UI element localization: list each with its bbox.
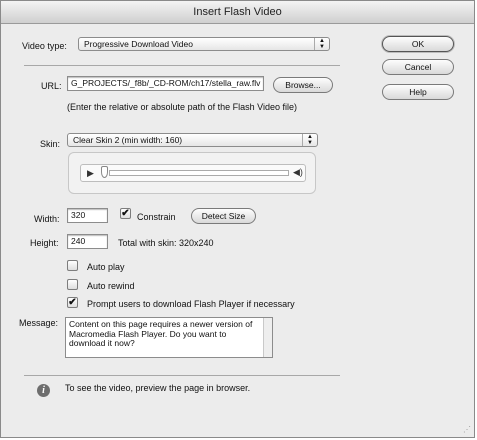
ok-button-label: OK (411, 39, 425, 49)
width-label: Width: (34, 214, 60, 224)
detect-size-button[interactable]: Detect Size (191, 208, 256, 224)
resize-grip-icon[interactable]: ⋰ (463, 426, 471, 434)
auto-rewind-checkbox[interactable] (67, 279, 78, 290)
constrain-checkbox[interactable]: ✔ (120, 208, 131, 219)
width-input[interactable]: 320 (67, 208, 108, 223)
skin-label: Skin: (40, 139, 61, 149)
play-icon: ▶ (87, 168, 94, 178)
height-input[interactable]: 240 (67, 234, 108, 249)
skin-select[interactable]: Clear Skin 2 (min width: 160) ▲ ▼ (67, 133, 318, 147)
prompt-download-checkbox[interactable]: ✔ (67, 297, 78, 308)
browse-button[interactable]: Browse... (273, 77, 333, 93)
url-hint: (Enter the relative or absolute path of … (67, 102, 297, 112)
cancel-button[interactable]: Cancel (382, 59, 454, 75)
cancel-button-label: Cancel (404, 62, 432, 72)
detect-size-button-label: Detect Size (201, 211, 246, 221)
window-title: Insert Flash Video (193, 6, 282, 18)
url-value: G_PROJECTS/_f8b/_CD-ROM/ch17/stella_raw.… (71, 78, 261, 88)
progress-track (109, 170, 289, 176)
width-value: 320 (71, 210, 86, 220)
video-type-value: Progressive Download Video (84, 39, 193, 49)
divider-top (24, 65, 340, 66)
scrubber-handle-icon (101, 166, 108, 178)
video-type-label: Video type: (22, 41, 67, 51)
message-textarea[interactable]: Content on this page requires a newer ve… (65, 317, 273, 358)
help-button[interactable]: Help (382, 84, 454, 100)
message-label: Message: (19, 318, 59, 328)
info-text: To see the video, preview the page in br… (65, 383, 251, 393)
insert-flash-video-dialog: Insert Flash Video OK Cancel Help Video … (0, 0, 475, 438)
divider-bottom (24, 375, 340, 376)
auto-play-label: Auto play (87, 262, 125, 272)
url-label: URL: (41, 81, 62, 91)
height-label: Height: (30, 238, 59, 248)
message-scrollbar[interactable] (263, 318, 272, 357)
skin-preview: ▶ ◀) (68, 152, 316, 194)
message-text: Content on this page requires a newer ve… (69, 319, 253, 348)
skin-value: Clear Skin 2 (min width: 160) (73, 135, 183, 145)
video-type-select[interactable]: Progressive Download Video ▲ ▼ (78, 37, 330, 51)
total-with-skin-text: Total with skin: 320x240 (118, 238, 214, 248)
info-icon: i (37, 384, 50, 397)
popup-arrows-icon: ▲ ▼ (302, 134, 317, 146)
skin-controller-bar: ▶ ◀) (80, 164, 306, 182)
help-button-label: Help (409, 87, 427, 97)
browse-button-label: Browse... (285, 80, 321, 90)
ok-button[interactable]: OK (382, 36, 454, 52)
popup-arrows-icon: ▲ ▼ (314, 38, 329, 50)
window-titlebar: Insert Flash Video (1, 1, 474, 24)
auto-rewind-label: Auto rewind (87, 281, 135, 291)
speaker-icon: ◀) (293, 167, 303, 177)
height-value: 240 (71, 236, 86, 246)
prompt-download-label: Prompt users to download Flash Player if… (87, 299, 295, 309)
url-input[interactable]: G_PROJECTS/_f8b/_CD-ROM/ch17/stella_raw.… (67, 76, 264, 91)
auto-play-checkbox[interactable] (67, 260, 78, 271)
constrain-label: Constrain (137, 212, 176, 222)
